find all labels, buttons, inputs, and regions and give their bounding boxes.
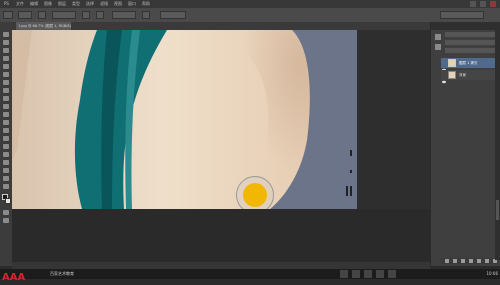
blend-mode-dropdown[interactable]	[445, 40, 495, 45]
panel-header	[431, 22, 500, 30]
crop-tool-icon[interactable]	[3, 64, 9, 69]
workspace-dropdown[interactable]	[440, 11, 484, 19]
click-indicator-icon	[243, 183, 267, 207]
watermark-logo: AAA	[2, 266, 42, 283]
menu-item-view[interactable]: 视图	[114, 0, 122, 8]
quick-mask-icon[interactable]	[3, 210, 9, 215]
opacity-field[interactable]	[445, 48, 495, 53]
add-mask-icon[interactable]	[461, 259, 465, 263]
shape-tool-icon[interactable]	[3, 168, 9, 173]
hand-tool-icon[interactable]	[3, 176, 9, 181]
document-tab[interactable]: 1.jpg @ 66.7% (图层 1, RGB/8)	[16, 22, 71, 30]
taskbar-app-icon[interactable]	[376, 270, 384, 278]
brush-settings-button[interactable]	[38, 11, 46, 19]
move-tool-icon[interactable]	[3, 32, 9, 37]
dodge-tool-icon[interactable]	[3, 136, 9, 141]
menu-item-help[interactable]: 帮助	[142, 0, 150, 8]
layer-thumbnail	[448, 59, 456, 67]
marquee-tool-icon[interactable]	[3, 40, 9, 45]
visibility-eye-icon[interactable]	[442, 59, 446, 72]
layer-label: 背景	[459, 73, 466, 77]
minimize-button[interactable]	[470, 1, 476, 7]
options-bar	[0, 8, 500, 23]
screen-mode-icon[interactable]	[3, 218, 9, 223]
mode-dropdown[interactable]	[52, 11, 76, 19]
brush-size-picker[interactable]	[18, 11, 32, 19]
sample-button[interactable]	[82, 11, 90, 19]
menu-item-layer[interactable]: 图层	[58, 0, 66, 8]
pattern-button[interactable]	[96, 11, 104, 19]
scrollbar-thumb[interactable]	[496, 200, 499, 220]
pen-tool-icon[interactable]	[3, 144, 9, 149]
lasso-tool-icon[interactable]	[3, 48, 9, 53]
source-dropdown[interactable]	[112, 11, 136, 19]
layers-footer	[441, 258, 499, 264]
gradient-tool-icon[interactable]	[3, 120, 9, 125]
quick-select-tool-icon[interactable]	[3, 56, 9, 61]
link-layers-icon[interactable]	[445, 259, 449, 263]
adjustment-layer-icon[interactable]	[469, 259, 473, 263]
status-bar	[12, 262, 430, 269]
photo-content	[12, 30, 357, 209]
taskbar-app-icon[interactable]	[388, 270, 396, 278]
menu-item-type[interactable]: 类型	[72, 0, 80, 8]
layers-panel: 图层 1 拷贝 背景	[430, 22, 500, 266]
svg-text:AAA: AAA	[2, 272, 25, 281]
taskbar-app-icon[interactable]	[364, 270, 372, 278]
menu-item-file[interactable]: 文件	[16, 0, 24, 8]
layer-thumbnail	[448, 71, 456, 79]
menu-item-filter[interactable]: 滤镜	[100, 0, 108, 8]
menu-bar: PS 文件 编辑 图像 图层 类型 选择 滤镜 视图 窗口 帮助	[0, 0, 500, 8]
layer-label: 图层 1 拷贝	[459, 61, 478, 65]
menu-item-edit[interactable]: 编辑	[30, 0, 38, 8]
healing-brush-tool-icon[interactable]	[3, 80, 9, 85]
eraser-tool-icon[interactable]	[3, 112, 9, 117]
layer-row-bottom[interactable]: 背景	[441, 70, 499, 84]
tool-preset-picker[interactable]	[3, 11, 13, 19]
watermark-subtitle: 百家艺术教育	[50, 271, 74, 276]
pasteboard	[12, 209, 430, 263]
taskbar-app-icon[interactable]	[340, 270, 348, 278]
type-tool-icon[interactable]	[3, 152, 9, 157]
zoom-tool-icon[interactable]	[3, 184, 9, 189]
blur-tool-icon[interactable]	[3, 128, 9, 133]
visibility-eye-icon[interactable]	[442, 71, 446, 84]
brush-tool-icon[interactable]	[3, 88, 9, 93]
eyedropper-tool-icon[interactable]	[3, 72, 9, 77]
new-group-icon[interactable]	[477, 259, 481, 263]
layer-filter-dropdown[interactable]	[445, 32, 495, 37]
aligned-checkbox[interactable]	[142, 11, 150, 19]
layer-row-top[interactable]: 图层 1 拷贝	[441, 58, 499, 72]
path-select-tool-icon[interactable]	[3, 160, 9, 165]
menu-item-ps[interactable]: PS	[4, 0, 9, 8]
menu-item-image[interactable]: 图像	[44, 0, 52, 8]
taskbar-clock: 10:06	[486, 271, 498, 276]
document-tab-bar	[12, 22, 430, 30]
sample-layers-dropdown[interactable]	[160, 11, 186, 19]
menu-item-select[interactable]: 选择	[86, 0, 94, 8]
layer-style-icon[interactable]	[453, 259, 457, 263]
clone-stamp-tool-icon[interactable]	[3, 96, 9, 101]
background-color-swatch[interactable]	[5, 198, 11, 204]
history-brush-tool-icon[interactable]	[3, 104, 9, 109]
new-layer-icon[interactable]	[485, 259, 489, 263]
taskbar-app-icon[interactable]	[352, 270, 360, 278]
document-image[interactable]	[12, 30, 357, 209]
history-panel-icon[interactable]	[435, 34, 441, 40]
close-button[interactable]	[490, 1, 496, 7]
vertical-scrollbar[interactable]	[495, 30, 500, 260]
maximize-button[interactable]	[480, 1, 486, 7]
properties-panel-icon[interactable]	[435, 44, 441, 50]
menu-item-window[interactable]: 窗口	[128, 0, 136, 8]
